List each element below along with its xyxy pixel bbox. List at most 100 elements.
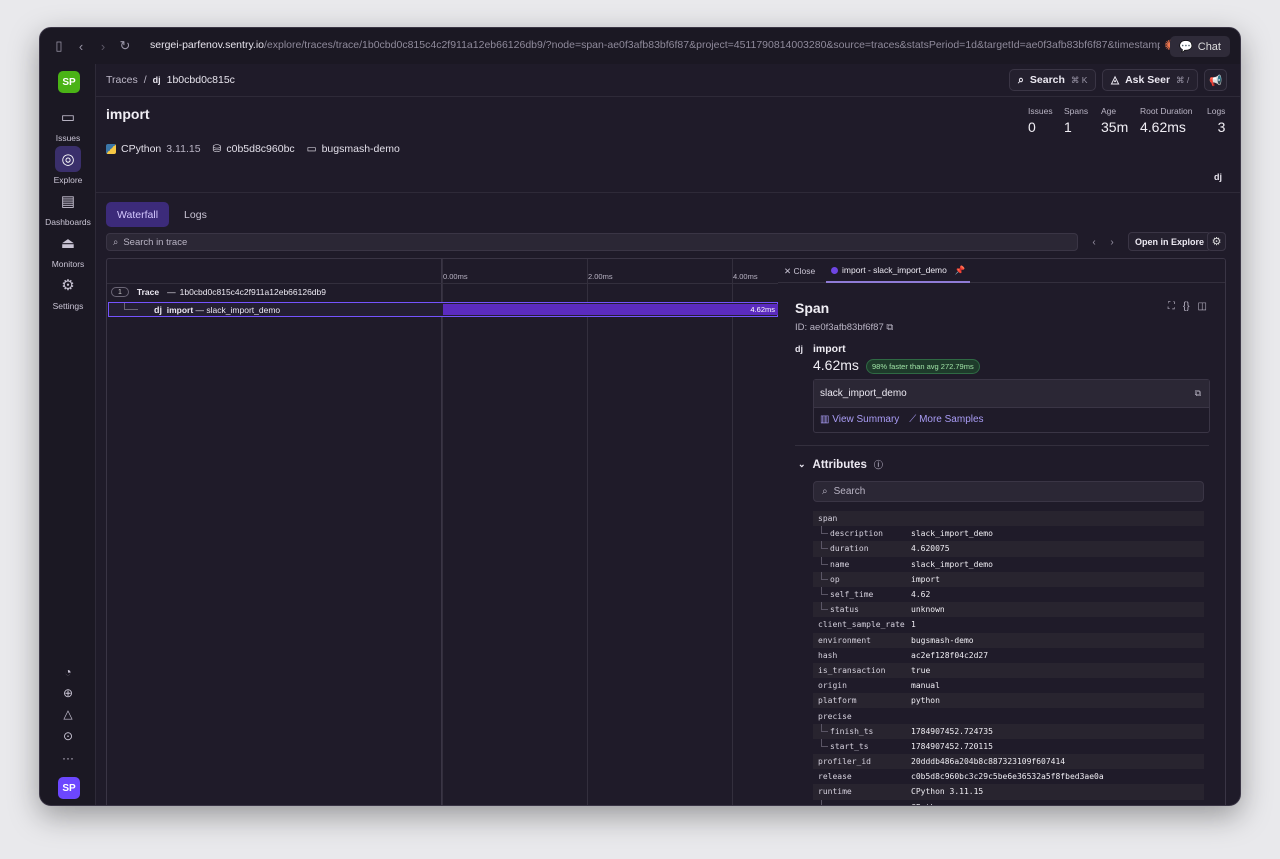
- stat-label: Age: [1101, 106, 1117, 116]
- more-icon[interactable]: ···: [59, 749, 77, 767]
- chat-button[interactable]: 💬 Chat: [1170, 36, 1230, 57]
- broadcast-icon[interactable]: ⊙: [59, 727, 77, 745]
- attribute-row[interactable]: op import: [813, 571, 1204, 587]
- span-row[interactable]: dj import — slack_import_demo 4.62ms: [108, 302, 778, 317]
- attribute-row[interactable]: span: [813, 511, 1204, 527]
- description-row: slack_import_demo ⧉: [814, 380, 1209, 408]
- span-duration-bar[interactable]: 4.62ms: [443, 304, 778, 315]
- reload-icon[interactable]: ↻: [114, 38, 136, 54]
- span-duration: 4.62ms: [813, 357, 859, 373]
- prev-result-button[interactable]: ‹: [1086, 233, 1102, 251]
- attribute-row[interactable]: is_transaction true: [813, 662, 1204, 679]
- sidebar-item-issues[interactable]: ▭ Issues: [40, 104, 96, 143]
- focus-icon[interactable]: ⛶: [1168, 301, 1175, 312]
- stat-value[interactable]: 3: [1207, 119, 1226, 135]
- detail-tabs: ✕ Close import - slack_import_demo 📌: [778, 259, 1225, 283]
- copy-icon[interactable]: ⧉: [1195, 388, 1201, 399]
- gridline: [732, 259, 733, 805]
- sidebar-item-settings[interactable]: ⚙ Settings: [40, 272, 96, 311]
- release-value: c0b5d8c960bc: [226, 143, 295, 155]
- url-path: /explore/traces/trace/1b0cbd0c815c4c2f91…: [264, 39, 1160, 51]
- attribute-row[interactable]: start_ts 1784907452.720115: [813, 738, 1204, 754]
- attributes-search-input[interactable]: ⌕ Search: [813, 481, 1204, 502]
- attributes-heading: Attributes: [812, 458, 867, 471]
- search-shortcut: ⌘ K: [1070, 74, 1088, 85]
- stat-logs: Logs 3: [1207, 106, 1225, 135]
- attribute-row[interactable]: status unknown: [813, 602, 1204, 618]
- panel-layout-icon[interactable]: ◫: [1198, 301, 1207, 312]
- sidebar-item-label: Issues: [55, 133, 81, 143]
- more-samples-link[interactable]: ⟋ More Samples: [909, 414, 983, 425]
- stat-value[interactable]: 0: [1028, 119, 1053, 135]
- attribute-row[interactable]: release c0b5d8c960bc3c29c5be6e36532a5f8fb…: [813, 769, 1204, 784]
- close-button[interactable]: ✕ Close: [784, 266, 815, 277]
- open-in-explore-button[interactable]: Open in Explore: [1128, 232, 1212, 251]
- settings-gear-button[interactable]: ⚙: [1207, 232, 1226, 251]
- sidebar-item-label: Explore: [53, 175, 83, 185]
- copy-icon[interactable]: ⧉: [886, 322, 893, 333]
- tree-connector: [821, 738, 828, 747]
- forward-icon[interactable]: ›: [92, 39, 114, 54]
- attribute-value: ac2ef128f04c2d27: [911, 650, 989, 660]
- next-result-button[interactable]: ›: [1104, 233, 1120, 251]
- attribute-row[interactable]: hash ac2ef128f04c2d27: [813, 648, 1204, 663]
- tick-label: 2.00ms: [588, 272, 613, 281]
- user-avatar[interactable]: SP: [58, 777, 80, 799]
- attribute-key: profiler_id: [818, 757, 871, 767]
- ask-seer-button[interactable]: ◬ Ask Seer ⌘ /: [1102, 69, 1199, 91]
- sidebar: SP ▭ Issues ◎ Explore ▤ Dashboards ⏏ Monitor…: [40, 64, 96, 805]
- sidebar-item-monitors[interactable]: ⏏ Monitors: [40, 230, 96, 269]
- attribute-row[interactable]: client_sample_rate 1: [813, 617, 1204, 632]
- attribute-row[interactable]: duration 4.620075: [813, 541, 1204, 557]
- attribute-row[interactable]: self_time 4.62: [813, 586, 1204, 602]
- dash-separator: —: [167, 287, 176, 297]
- tick-label: 0.00ms: [443, 272, 468, 281]
- attribute-value: true: [911, 665, 931, 675]
- sidebar-item-label: Settings: [52, 301, 84, 311]
- attribute-row[interactable]: finish_ts 1784907452.724735: [813, 723, 1204, 739]
- attribute-row[interactable]: name slack_import_demo: [813, 556, 1204, 572]
- feedback-button[interactable]: 📢: [1204, 69, 1227, 91]
- release-info[interactable]: ⛁ c0b5d8c960bc: [213, 143, 295, 155]
- sidebar-toggle-icon[interactable]: ▯: [48, 38, 70, 54]
- view-summary-link[interactable]: ▥ View Summary: [820, 414, 899, 425]
- attribute-row[interactable]: runtime CPython 3.11.15: [813, 784, 1204, 800]
- attribute-row[interactable]: nameCPython: [813, 799, 1204, 805]
- attribute-row[interactable]: environment bugsmash-demo: [813, 632, 1204, 648]
- attribute-row[interactable]: origin manual: [813, 678, 1204, 693]
- breadcrumb-traces[interactable]: Traces: [106, 74, 138, 86]
- attributes-section-toggle[interactable]: ⌄ Attributes ⓘ: [798, 458, 883, 471]
- tree-connector: [821, 541, 828, 550]
- attribute-key: release: [818, 772, 852, 782]
- environment-info: ▭ bugsmash-demo: [307, 143, 400, 155]
- attribute-row[interactable]: profiler_id 20dddb486a204b8c887323109f607…: [813, 754, 1204, 770]
- org-avatar[interactable]: SP: [58, 71, 80, 93]
- more-samples-label: More Samples: [919, 414, 984, 425]
- whats-new-icon[interactable]: △: [59, 705, 77, 723]
- trace-search-input[interactable]: ⌕ Search in trace: [106, 233, 1078, 251]
- child-count-pill[interactable]: 1: [111, 287, 129, 297]
- trace-root-row[interactable]: 1 Trace — 1b0cbd0c815c4c2f911a12eb66126d…: [111, 287, 326, 297]
- stat-label: Spans: [1064, 106, 1089, 116]
- json-icon[interactable]: {}: [1183, 301, 1190, 312]
- tab-logs[interactable]: Logs: [173, 202, 218, 227]
- tab-waterfall[interactable]: Waterfall: [106, 202, 170, 227]
- sidebar-item-dashboards[interactable]: ▤ Dashboards: [40, 188, 96, 227]
- attribute-key: precise: [818, 711, 852, 721]
- section-divider: [795, 445, 1209, 446]
- attribute-row[interactable]: description slack_import_demo: [813, 526, 1204, 541]
- help-icon[interactable]: ⊕: [59, 684, 77, 702]
- search-button[interactable]: ⌕ Search ⌘ K: [1009, 69, 1097, 91]
- pin-icon[interactable]: 📌: [955, 265, 966, 276]
- help-icon[interactable]: ⓘ: [874, 458, 883, 471]
- address-bar[interactable]: sergei-parfenov.sentry.io/explore/traces…: [150, 39, 1160, 51]
- environment-value: bugsmash-demo: [321, 143, 400, 155]
- attribute-value: 1784907452.720115: [911, 741, 993, 751]
- sidebar-item-explore[interactable]: ◎ Explore: [40, 146, 96, 185]
- seer-label: Ask Seer: [1125, 74, 1171, 86]
- attribute-row[interactable]: precise: [813, 708, 1204, 723]
- attribute-row[interactable]: platform python: [813, 693, 1204, 709]
- quickstart-icon[interactable]: ◔: [59, 663, 77, 681]
- tab-span-detail[interactable]: import - slack_import_demo 📌: [826, 259, 971, 283]
- back-icon[interactable]: ‹: [70, 39, 92, 54]
